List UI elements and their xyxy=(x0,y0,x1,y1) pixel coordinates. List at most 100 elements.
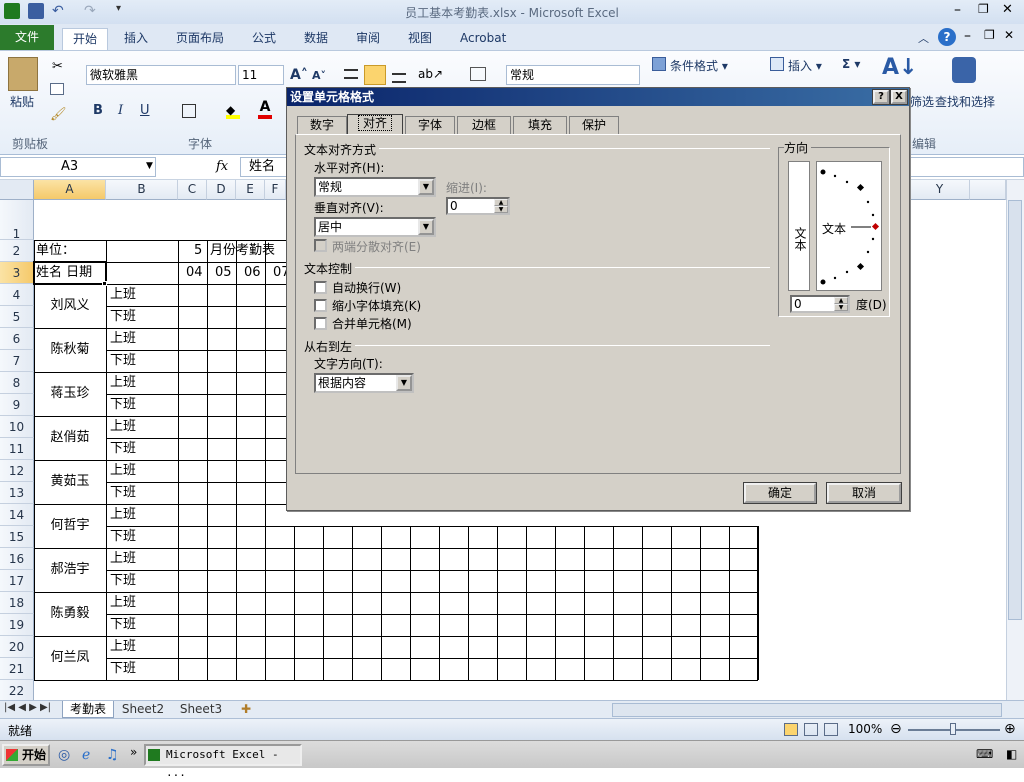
row-header-18[interactable]: 18 xyxy=(0,592,34,614)
align-bottom-icon[interactable] xyxy=(392,73,406,83)
zoom-slider-thumb[interactable] xyxy=(950,723,956,735)
number-format-box[interactable]: 常规 xyxy=(506,65,640,85)
wrap-text-icon[interactable] xyxy=(470,67,486,81)
row-header-20[interactable]: 20 xyxy=(0,636,34,658)
underline-button[interactable]: U xyxy=(140,103,150,118)
sheet-tab-sheet3[interactable]: Sheet3 xyxy=(176,702,226,718)
cell-employee-name[interactable]: 何哲宇 xyxy=(34,504,106,548)
column-header-d[interactable]: D xyxy=(207,180,236,200)
column-header-c[interactable]: C xyxy=(178,180,207,200)
zoom-in-icon[interactable]: ⊕ xyxy=(1004,721,1016,737)
page-layout-view-icon[interactable] xyxy=(804,723,818,736)
dropdown-arrow-icon[interactable]: ▼ xyxy=(396,375,412,391)
row-header-11[interactable]: 11 xyxy=(0,438,34,460)
tab-border[interactable]: 边框 xyxy=(457,116,511,134)
taskbar-more-icon[interactable]: » xyxy=(130,745,137,759)
vertical-align-select[interactable]: 居中 ▼ xyxy=(314,217,436,237)
cell-shift-on[interactable]: 上班 xyxy=(110,328,176,350)
name-box-dropdown-icon[interactable]: ▼ xyxy=(146,161,153,171)
autosum-button[interactable]: Σ ▾ xyxy=(842,57,860,71)
workbook-minimize-icon[interactable]: – xyxy=(964,28,971,44)
internet-explorer-icon[interactable]: ℯ xyxy=(82,747,90,763)
merge-cells-checkbox[interactable] xyxy=(314,317,327,330)
normal-view-icon[interactable] xyxy=(784,723,798,736)
fill-color-icon[interactable]: ◆ xyxy=(226,103,240,119)
undo-icon[interactable]: ↶ xyxy=(52,3,68,19)
cancel-button[interactable]: 取消 xyxy=(826,482,902,504)
cell-shift-on[interactable]: 上班 xyxy=(110,416,176,438)
cell-unit-label[interactable]: 单位： xyxy=(36,240,106,262)
cell-shift-on[interactable]: 上班 xyxy=(110,504,176,526)
copy-icon[interactable] xyxy=(50,83,64,95)
cell-shift-off[interactable]: 下班 xyxy=(110,526,176,548)
name-box[interactable]: A3 xyxy=(0,157,156,177)
cell-shift-off[interactable]: 下班 xyxy=(110,438,176,460)
media-icon[interactable]: ♫ xyxy=(106,747,119,763)
column-header-a[interactable]: A xyxy=(34,180,106,200)
tab-acrobat[interactable]: Acrobat xyxy=(450,28,516,50)
cell-shift-on[interactable]: 上班 xyxy=(110,636,176,658)
dialog-close-button[interactable]: X xyxy=(890,89,908,105)
cell-shift-on[interactable]: 上班 xyxy=(110,372,176,394)
dropdown-arrow-icon[interactable]: ▼ xyxy=(418,179,434,195)
workbook-restore-icon[interactable]: ❐ xyxy=(984,28,995,42)
insert-function-button[interactable]: fx xyxy=(216,159,228,174)
format-painter-icon[interactable]: 🖌 xyxy=(50,107,67,122)
cell-shift-off[interactable]: 下班 xyxy=(110,614,176,636)
cell-shift-off[interactable]: 下班 xyxy=(110,306,176,328)
row-header-19[interactable]: 19 xyxy=(0,614,34,636)
collapse-ribbon-icon[interactable]: ︿ xyxy=(918,30,929,46)
cell-title[interactable]: 月份考勤表 xyxy=(210,240,290,262)
insert-cells-button[interactable]: 插入 ▾ xyxy=(788,57,822,74)
sort-filter-label[interactable]: 筛选 xyxy=(910,93,934,110)
save-icon[interactable] xyxy=(28,3,44,19)
cell-employee-name[interactable]: 赵俏茹 xyxy=(34,416,106,460)
conditional-format-button[interactable]: 条件格式 ▾ xyxy=(670,57,728,74)
text-direction-select[interactable]: 根据内容 ▼ xyxy=(314,373,414,393)
column-header-b[interactable]: B xyxy=(106,180,178,200)
close-window-icon[interactable]: ✕ xyxy=(1002,2,1013,17)
horizontal-align-select[interactable]: 常规 ▼ xyxy=(314,177,436,197)
tray-icon[interactable]: ◧ xyxy=(1006,747,1017,761)
conditional-format-icon[interactable] xyxy=(652,57,666,71)
horizontal-scrollbar[interactable] xyxy=(612,703,1002,717)
shrink-font-icon[interactable]: A˅ xyxy=(312,69,326,82)
column-header-z[interactable] xyxy=(970,180,1006,200)
tab-data[interactable]: 数据 xyxy=(294,28,338,50)
cell-employee-name[interactable]: 何兰凤 xyxy=(34,636,106,680)
font-size-box[interactable]: 11 xyxy=(238,65,284,85)
customize-quick-access-icon[interactable]: ▾ xyxy=(116,3,132,19)
row-header-7[interactable]: 7 xyxy=(0,350,34,372)
sheet-tab-attendance[interactable]: 考勤表 xyxy=(62,701,114,718)
tab-view[interactable]: 视图 xyxy=(398,28,442,50)
tab-fill[interactable]: 填充 xyxy=(513,116,567,134)
row-header-13[interactable]: 13 xyxy=(0,482,34,504)
tab-home[interactable]: 开始 xyxy=(62,28,109,50)
align-top-icon[interactable] xyxy=(344,69,358,79)
indent-spinner[interactable]: 0 ▲ ▼ xyxy=(446,197,510,215)
spin-down-icon[interactable]: ▼ xyxy=(494,206,508,213)
cell-shift-off[interactable]: 下班 xyxy=(110,482,176,504)
cell-shift-on[interactable]: 上班 xyxy=(110,460,176,482)
row-header-22[interactable]: 22 xyxy=(0,680,34,702)
tab-number[interactable]: 数字 xyxy=(297,116,347,134)
minimize-icon[interactable]: – xyxy=(954,2,961,18)
cell-shift-off[interactable]: 下班 xyxy=(110,658,176,680)
row-header-10[interactable]: 10 xyxy=(0,416,34,438)
tab-formulas[interactable]: 公式 xyxy=(242,28,286,50)
tab-insert[interactable]: 插入 xyxy=(114,28,158,50)
tab-page-layout[interactable]: 页面布局 xyxy=(166,28,234,50)
cell-employee-name[interactable]: 刘风义 xyxy=(34,284,106,328)
cut-icon[interactable]: ✂ xyxy=(52,59,63,74)
cell-shift-off[interactable]: 下班 xyxy=(110,394,176,416)
insert-cells-icon[interactable] xyxy=(770,57,784,71)
row-header-12[interactable]: 12 xyxy=(0,460,34,482)
row-header-9[interactable]: 9 xyxy=(0,394,34,416)
vertical-text-option[interactable]: 文本 xyxy=(788,161,810,291)
cell-employee-name[interactable]: 蒋玉珍 xyxy=(34,372,106,416)
cell-employee-name[interactable]: 郝浩宇 xyxy=(34,548,106,592)
row-header-16[interactable]: 16 xyxy=(0,548,34,570)
font-color-icon[interactable]: A xyxy=(258,99,272,119)
dialog-help-button[interactable]: ? xyxy=(872,89,890,105)
column-header-y[interactable]: Y xyxy=(910,180,970,200)
